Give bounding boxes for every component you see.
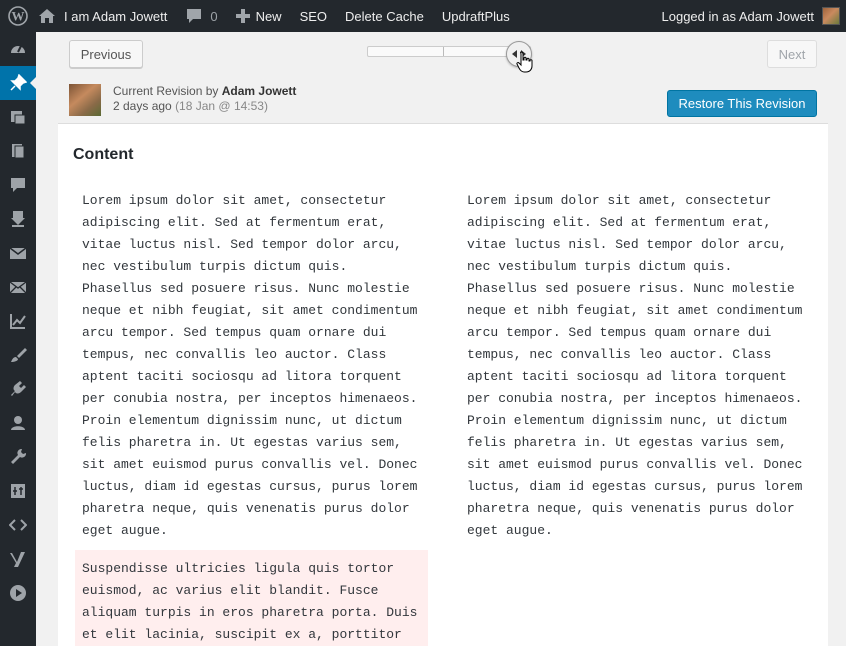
delete-cache-link[interactable]: Delete Cache [336,0,433,32]
slider-tick [443,47,444,56]
revision-meta: Current Revision by Adam Jowett 2 days a… [113,84,296,114]
seo-label: SEO [299,8,328,24]
updraftplus-menu[interactable]: UpdraftPlus [433,0,519,32]
comments-count: 0 [210,8,218,24]
wordpress-logo-icon[interactable]: W [0,0,34,32]
previous-button[interactable]: Previous [69,40,143,68]
settings-icon[interactable] [0,474,36,508]
home-icon [39,9,55,23]
absolute-time: (18 Jan @ 14:53) [175,99,268,113]
delete-cache-label: Delete Cache [345,8,424,24]
analytics-icon[interactable] [0,304,36,338]
admin-bar: W I am Adam Jowett 0 New SEO Delete Cach… [0,0,846,32]
revisions-wrap: Previous Next Current Revision by Adam J… [58,32,828,646]
svg-text:W: W [12,9,25,24]
restore-revision-button[interactable]: Restore This Revision [667,90,817,117]
mail-alt-icon[interactable] [0,270,36,304]
mail-icon[interactable] [0,236,36,270]
site-name: I am Adam Jowett [64,8,168,24]
appearance-brush-icon[interactable] [0,338,36,372]
media-icon[interactable] [0,100,36,134]
updraftplus-label: UpdraftPlus [441,8,510,24]
diff-left-column: Lorem ipsum dolor sit amet, consectetur … [82,193,418,538]
next-button[interactable]: Next [767,40,817,68]
play-icon[interactable] [0,576,36,610]
plus-icon [235,9,250,23]
tools-wrench-icon[interactable] [0,440,36,474]
site-name-link[interactable]: I am Adam Jowett [34,0,176,32]
avatar [822,7,840,25]
code-icon[interactable] [0,508,36,542]
new-content-link[interactable]: New [227,0,291,32]
author-avatar [69,84,101,116]
diff-deleted-block: Suspendisse ultricies ligula quis tortor… [75,550,428,646]
comments-icon[interactable] [0,168,36,202]
posts-pin-icon[interactable] [0,66,36,100]
current-revision-label: Current Revision by [113,84,222,98]
download-icon[interactable] [0,202,36,236]
plugins-icon[interactable] [0,372,36,406]
pages-icon[interactable] [0,134,36,168]
content-heading: Content [73,146,134,163]
deleted-text: Suspendisse ultricies ligula quis tortor… [82,561,418,642]
seo-menu[interactable]: SEO [291,0,336,32]
diff-right-column: Lorem ipsum dolor sit amet, consectetur … [467,193,803,538]
logged-in-label: Logged in as Adam Jowett [661,8,815,24]
revision-author-card: Current Revision by Adam Jowett 2 days a… [69,84,296,116]
my-account-menu[interactable]: Logged in as Adam Jowett [653,0,846,32]
comment-icon [187,9,202,23]
hand-cursor-icon [516,51,533,73]
new-label: New [255,8,282,24]
page-scrollbar[interactable] [828,32,846,646]
admin-menu [0,32,36,646]
revisions-controls: Previous Next Current Revision by Adam J… [58,32,828,124]
yoast-icon[interactable] [0,542,36,576]
relative-time: 2 days ago [113,99,172,113]
comments-link[interactable]: 0 [176,0,226,32]
users-icon[interactable] [0,406,36,440]
author-name: Adam Jowett [221,84,297,98]
diff-panel: Content Lorem ipsum dolor sit amet, cons… [58,124,828,646]
dashboard-icon[interactable] [0,32,36,66]
